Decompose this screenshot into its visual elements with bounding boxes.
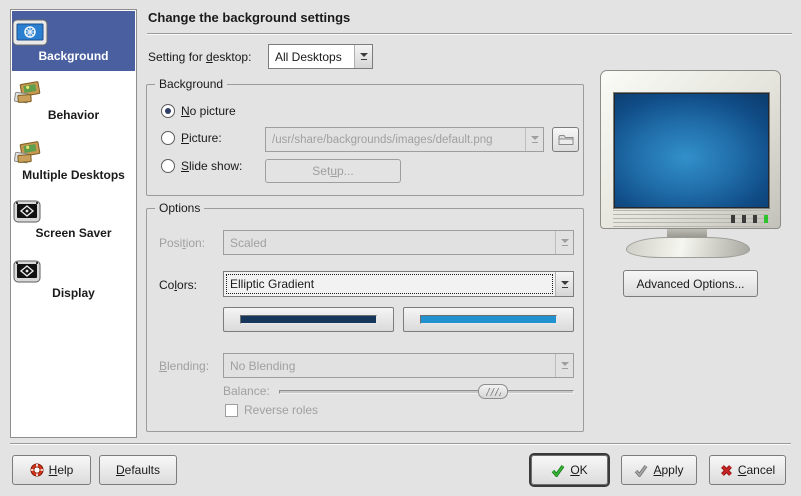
colors-combo[interactable]: Elliptic Gradient (223, 271, 574, 297)
picture-path-value: /usr/share/backgrounds/images/default.pn… (266, 134, 525, 146)
chevron-down-icon (525, 128, 543, 151)
no-picture-radio[interactable] (161, 104, 175, 118)
monitor-button (742, 215, 746, 223)
options-group: Options Position: Scaled Colors: Ellipti… (146, 208, 584, 432)
title-separator (147, 33, 792, 35)
sidebar-item-label: Multiple Desktops (12, 168, 135, 182)
cancel-button-label: Cancel (738, 463, 775, 477)
sidebar-item-label: Background (12, 49, 135, 63)
apply-button-label: Apply (653, 463, 683, 477)
position-label: Position: (159, 236, 205, 250)
help-button[interactable]: Help (12, 455, 91, 485)
help-button-label: Help (49, 463, 74, 477)
balance-slider (279, 390, 574, 394)
chevron-down-icon (555, 231, 573, 254)
blending-label: Blending: (159, 359, 209, 373)
monitor-screen (613, 92, 770, 209)
footer-separator (10, 443, 791, 445)
setup-button-label: Setup... (312, 164, 353, 178)
monitor-preview (600, 70, 781, 229)
options-group-legend: Options (155, 201, 204, 215)
slideshow-radio[interactable] (161, 159, 175, 173)
sidebar-item-label: Behavior (12, 108, 135, 122)
no-picture-label[interactable]: No picture (181, 104, 236, 118)
position-value: Scaled (224, 236, 555, 250)
color2-button[interactable] (403, 307, 574, 332)
desktop-stack-icon (12, 80, 135, 106)
defaults-button-label: Defaults (116, 463, 160, 477)
picture-label[interactable]: Picture: (181, 131, 222, 145)
position-combo: Scaled (223, 230, 574, 255)
sidebar-item-label: Display (12, 286, 135, 300)
chevron-down-icon (555, 354, 573, 377)
sidebar-item-screen-saver[interactable]: Screen Saver (12, 192, 135, 252)
balance-label: Balance: (223, 384, 270, 398)
desktop-setting-label: Setting for desktop: (148, 50, 251, 64)
folder-icon (558, 133, 574, 146)
monitor-stand (626, 237, 750, 258)
color1-button[interactable] (223, 307, 394, 332)
desktop-setting-value: All Desktops (269, 50, 354, 64)
color1-swatch (240, 315, 377, 324)
module-sidebar: Background Behavior (10, 9, 137, 438)
background-settings-dialog: Background Behavior (0, 0, 801, 496)
reverse-roles-label: Reverse roles (244, 403, 318, 417)
cancel-x-icon (720, 464, 733, 477)
picture-radio[interactable] (161, 131, 175, 145)
sidebar-item-behavior[interactable]: Behavior (12, 72, 135, 132)
cancel-button[interactable]: Cancel (709, 455, 786, 485)
sidebar-item-background[interactable]: Background (12, 11, 135, 71)
background-group-legend: Background (155, 77, 227, 91)
kde-monitor-icon (12, 19, 135, 47)
blending-combo: No Blending (223, 353, 574, 378)
background-group: Background No picture Picture: /usr/shar… (146, 84, 584, 196)
apply-check-icon (634, 464, 648, 477)
blending-value: No Blending (224, 359, 555, 373)
apply-button[interactable]: Apply (621, 455, 697, 485)
dark-monitor-icon (12, 200, 135, 224)
dark-monitor-icon (12, 260, 135, 284)
slideshow-label[interactable]: Slide show: (181, 159, 242, 173)
chevron-down-icon[interactable] (555, 272, 573, 296)
browse-folder-button (552, 127, 579, 152)
defaults-button[interactable]: Defaults (99, 455, 177, 485)
colors-label: Colors: (159, 278, 197, 292)
ok-check-icon (551, 464, 565, 477)
desktop-stack-icon (12, 140, 135, 166)
advanced-options-button[interactable]: Advanced Options... (623, 270, 758, 297)
page-title: Change the background settings (148, 10, 350, 25)
reverse-roles-checkbox (225, 404, 238, 417)
sidebar-item-multiple-desktops[interactable]: Multiple Desktops (12, 132, 135, 192)
color2-swatch (420, 315, 557, 324)
monitor-power-led (764, 215, 768, 223)
colors-value: Elliptic Gradient (224, 277, 555, 291)
setup-button: Setup... (265, 159, 401, 183)
advanced-options-label: Advanced Options... (636, 277, 744, 291)
sidebar-item-label: Screen Saver (12, 226, 135, 240)
picture-path-combo: /usr/share/backgrounds/images/default.pn… (265, 127, 544, 152)
monitor-button (753, 215, 757, 223)
desktop-setting-combo[interactable]: All Desktops (268, 44, 373, 69)
chevron-down-icon[interactable] (354, 45, 372, 68)
sidebar-item-display[interactable]: Display (12, 252, 135, 312)
help-icon (30, 463, 44, 477)
monitor-button (731, 215, 735, 223)
ok-button[interactable]: OK (531, 455, 608, 485)
balance-slider-handle (478, 384, 508, 399)
ok-button-label: OK (570, 463, 587, 477)
